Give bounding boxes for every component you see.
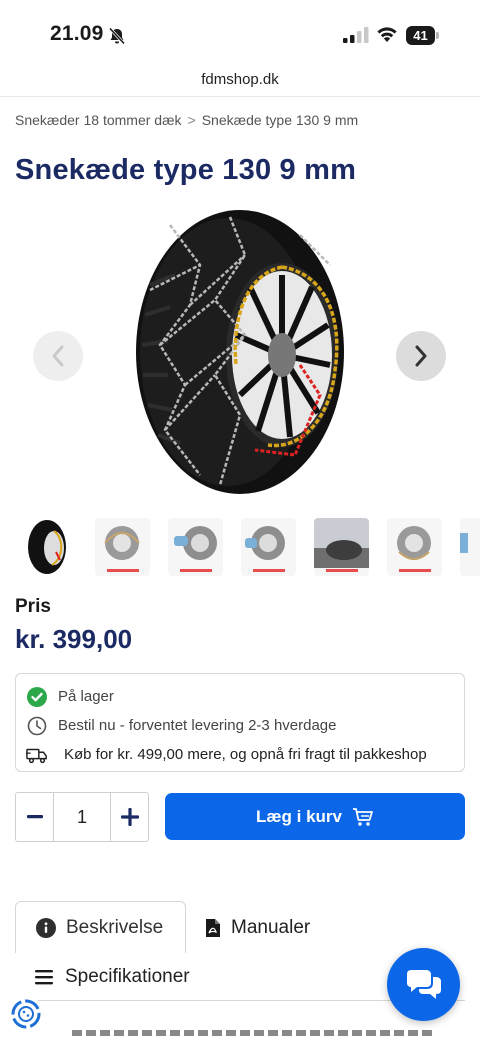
decrease-quantity-button[interactable] [16, 793, 53, 841]
status-time: 21.09 [50, 22, 104, 45]
tab-specifications-label: Specifikationer [65, 966, 190, 987]
product-title: Snekæde type 130 9 mm [15, 154, 357, 186]
freight-text: Køb for kr. 499,00 mere, og opnå fri fra… [64, 746, 427, 763]
pdf-file-icon [206, 919, 220, 937]
breadcrumb-link-category[interactable]: Snekæder 18 tommer dæk [15, 112, 182, 128]
free-freight-info: Køb for kr. 499,00 mere, og opnå fri fra… [26, 740, 454, 769]
cookie-settings-button[interactable] [8, 996, 44, 1032]
add-to-cart-label: Læg i kurv [256, 806, 342, 826]
add-to-cart-button[interactable]: Læg i kurv [165, 793, 465, 840]
chat-bubbles-icon [406, 969, 441, 999]
thumbnail-strip [22, 518, 480, 578]
tab-specifications[interactable]: Specifikationer [35, 960, 190, 994]
thumbnail[interactable] [95, 518, 150, 576]
gallery-prev-button[interactable] [33, 331, 83, 381]
tab-manuals[interactable]: Manualer [205, 911, 310, 945]
stock-status: På lager [26, 682, 454, 711]
browser-url-bar[interactable]: fdmshop.dk [0, 62, 480, 97]
quantity-input[interactable]: 1 [53, 793, 111, 841]
bell-muted-icon [108, 27, 126, 45]
check-circle-icon [26, 686, 48, 708]
wifi-icon [377, 27, 397, 42]
breadcrumb-current[interactable]: Snekæde type 130 9 mm [202, 112, 358, 128]
thumbnail[interactable] [460, 518, 480, 576]
chat-button[interactable] [387, 948, 460, 1021]
breadcrumb-separator: > [187, 112, 196, 128]
thumbnail[interactable] [168, 518, 223, 576]
status-bar: 21.09 41 [0, 0, 480, 62]
delivery-truck-icon [26, 744, 48, 766]
product-price: kr. 399,00 [15, 624, 133, 654]
description-text-cutoff [72, 1030, 432, 1036]
tab-manuals-label: Manualer [231, 917, 311, 938]
chevron-left-icon [52, 345, 64, 367]
minus-icon [26, 815, 43, 819]
stock-text: På lager [58, 688, 114, 705]
product-gallery [0, 205, 480, 505]
thumbnail[interactable] [387, 518, 442, 576]
price-label: Pris [15, 596, 51, 617]
battery-icon: 41 [406, 26, 439, 45]
cookie-icon [11, 999, 41, 1029]
availability-box: På lager Bestil nu - forventet levering … [15, 673, 465, 772]
thumbnail[interactable] [241, 518, 296, 576]
plus-icon [120, 808, 139, 826]
gallery-next-button[interactable] [396, 331, 446, 381]
thumbnail[interactable] [22, 518, 77, 576]
cart-icon [352, 807, 373, 826]
clock-icon [26, 715, 48, 737]
tab-description[interactable]: Beskrivelse [15, 901, 186, 953]
increase-quantity-button[interactable] [111, 793, 148, 841]
info-icon [36, 917, 56, 938]
delivery-text: Bestil nu - forventet levering 2-3 hverd… [58, 717, 337, 734]
delivery-estimate: Bestil nu - forventet levering 2-3 hverd… [26, 711, 454, 740]
thumbnail[interactable] [314, 518, 369, 576]
breadcrumb: Snekæder 18 tommer dæk > Snekæde type 13… [15, 112, 358, 128]
list-icon [35, 970, 53, 985]
signal-icon [343, 27, 369, 43]
tab-description-label: Beskrivelse [66, 916, 164, 938]
quantity-stepper: 1 [15, 792, 149, 842]
chevron-right-icon [415, 345, 427, 367]
battery-level: 41 [406, 26, 435, 45]
